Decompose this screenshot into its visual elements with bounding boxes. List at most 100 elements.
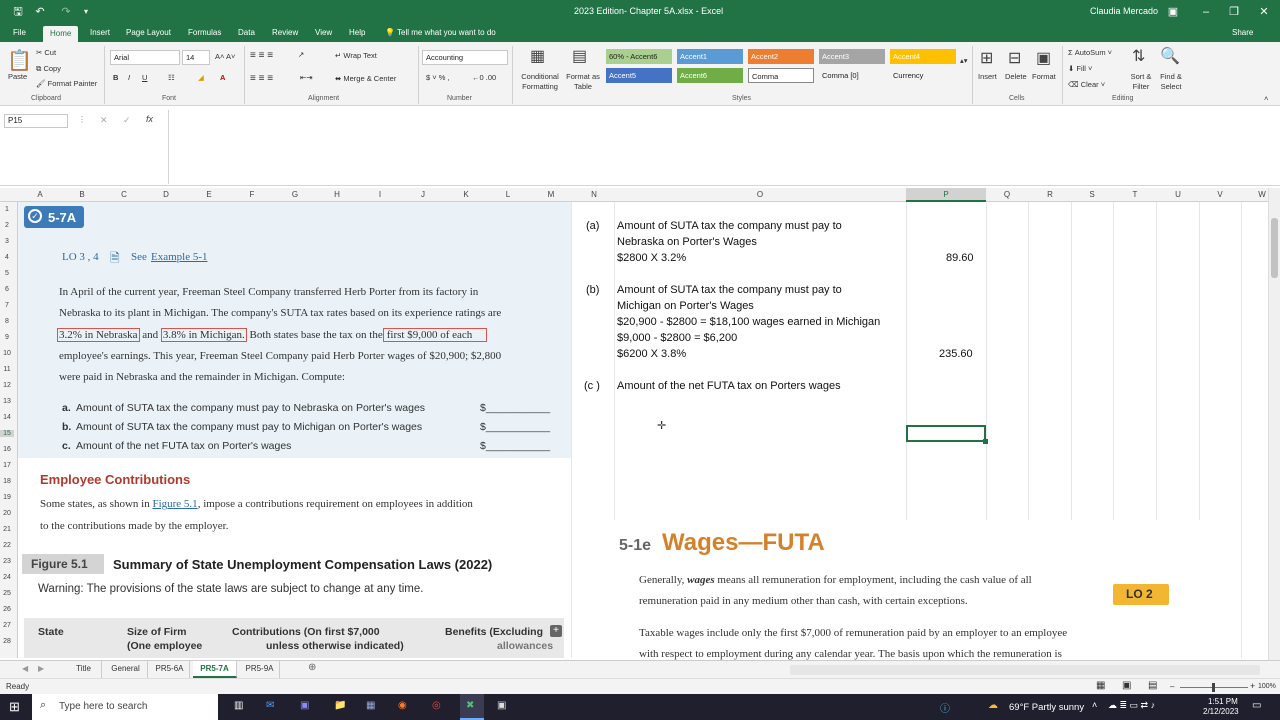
row-header-28[interactable]: 28 <box>0 638 14 645</box>
collapse-ribbon-icon[interactable]: ˄ <box>1264 94 1268 103</box>
sheet-tab-pr5-7a[interactable]: PR5-7A <box>193 661 237 678</box>
column-header-d[interactable]: D <box>158 190 174 199</box>
redo-icon[interactable]: ↷ <box>56 2 76 22</box>
vertical-scrollbar[interactable] <box>1268 188 1280 660</box>
column-header-p[interactable]: P <box>938 190 954 199</box>
styles-more-icon[interactable]: ▴▾ <box>960 56 968 65</box>
new-sheet-icon[interactable]: ⊕ <box>308 662 316 673</box>
weather-text[interactable]: 69°F Partly sunny <box>1009 702 1084 713</box>
row-header-13[interactable]: 13 <box>0 398 14 405</box>
column-header-b[interactable]: B <box>74 190 90 199</box>
tab-review[interactable]: Review <box>272 28 298 37</box>
teams-icon[interactable]: ▣ <box>300 700 309 711</box>
delete-cells-button[interactable]: Delete <box>1005 72 1027 81</box>
number-format-select[interactable]: Accounting <box>422 50 508 65</box>
row-header-8[interactable]: 8 <box>0 318 14 325</box>
column-header-o[interactable]: O <box>752 190 768 199</box>
sheet-tab-pr5-9a[interactable]: PR5-9A <box>240 661 280 678</box>
selected-cell-p15[interactable] <box>906 425 986 442</box>
ribbon-display-icon[interactable]: ▣ <box>1163 2 1183 22</box>
insert-cells-button[interactable]: Insert <box>978 72 997 81</box>
align-top-icon[interactable]: ≡ ≡ ≡ <box>250 50 273 61</box>
row-header-6[interactable]: 6 <box>0 286 14 293</box>
column-header-l[interactable]: L <box>500 190 516 199</box>
row-header-2[interactable]: 2 <box>0 222 14 229</box>
outlook-icon[interactable]: ✉ <box>266 700 274 711</box>
tray-chevron-icon[interactable]: ˄ <box>1092 700 1097 710</box>
answer-b-value[interactable]: 235.60 <box>939 348 973 360</box>
user-name[interactable]: Claudia Mercado <box>1090 6 1158 16</box>
row-header-3[interactable]: 3 <box>0 238 14 245</box>
format-cells-icon[interactable]: ▣ <box>1036 48 1051 68</box>
chrome-icon[interactable]: ◎ <box>432 700 441 711</box>
sheet-tab-general[interactable]: General <box>104 661 148 678</box>
answer-b-line-2[interactable]: Michigan on Porter's Wages <box>617 300 754 312</box>
answer-a-label[interactable]: (a) <box>586 220 599 232</box>
copy-button[interactable]: ⧉ Copy <box>36 64 61 74</box>
cell-style-comma-0-[interactable]: Comma [0] <box>819 68 885 83</box>
format-painter-button[interactable]: 🖌 Format Painter <box>36 79 97 88</box>
zoom-slider-thumb[interactable] <box>1212 683 1215 692</box>
column-header-q[interactable]: Q <box>999 190 1015 199</box>
row-header-25[interactable]: 25 <box>0 590 14 597</box>
zoom-level[interactable]: 100% <box>1258 683 1276 690</box>
column-header-a[interactable]: A <box>32 190 48 199</box>
format-as-table-button[interactable]: Format as Table <box>565 72 601 92</box>
next-sheet-icon[interactable]: ▶ <box>38 664 44 673</box>
orientation-icon[interactable]: ↗ <box>298 50 304 59</box>
sheet-tab-pr5-6a[interactable]: PR5-6A <box>150 661 190 678</box>
firefox-icon[interactable]: ◉ <box>398 700 407 711</box>
find-select-button[interactable]: Find & Select <box>1156 72 1186 92</box>
answer-b-line-3[interactable]: $20,900 - $2800 = $18,100 wages earned i… <box>617 316 880 328</box>
formula-options-icon[interactable]: ⋮ <box>78 115 86 124</box>
answer-a-value[interactable]: 89.60 <box>946 252 974 264</box>
cell-style-accent6[interactable]: Accent6 <box>677 68 743 83</box>
row-header-27[interactable]: 27 <box>0 622 14 629</box>
answer-b-line-5[interactable]: $6200 X 3.8% <box>617 348 686 360</box>
answer-c-label[interactable]: (c ) <box>584 380 600 392</box>
column-header-c[interactable]: C <box>116 190 132 199</box>
font-size-select[interactable]: 14 <box>182 50 210 65</box>
answer-b-line-1[interactable]: Amount of SUTA tax the company must pay … <box>617 284 842 296</box>
delete-cells-icon[interactable]: ⊟ <box>1008 48 1021 68</box>
column-header-u[interactable]: U <box>1170 190 1186 199</box>
sort-filter-button[interactable]: Sort & Filter <box>1126 72 1156 92</box>
row-header-14[interactable]: 14 <box>0 414 14 421</box>
insert-function-icon[interactable]: fx <box>146 114 153 124</box>
app-window-icon[interactable]: ▣ <box>497 700 506 711</box>
cell-style-currency[interactable]: Currency <box>890 68 956 83</box>
customize-qat-icon[interactable]: ▾ <box>76 2 96 22</box>
taskbar-search-box[interactable]: ⌕ Type here to search <box>32 694 218 720</box>
indent-icon[interactable]: ⇤⇥ <box>300 73 313 82</box>
column-header-s[interactable]: S <box>1084 190 1100 199</box>
row-header-1[interactable]: 1 <box>0 206 14 213</box>
zoom-in-icon[interactable]: + <box>1250 681 1255 691</box>
row-header-21[interactable]: 21 <box>0 526 14 533</box>
cell-style-accent2[interactable]: Accent2 <box>748 49 814 64</box>
answer-a-line-3[interactable]: $2800 X 3.2% <box>617 252 686 264</box>
tab-view[interactable]: View <box>315 28 332 37</box>
insert-cells-icon[interactable]: ⊞ <box>980 48 993 68</box>
row-header-22[interactable]: 22 <box>0 542 14 549</box>
notifications-icon[interactable]: ▭ <box>1252 700 1261 711</box>
underline-icon[interactable]: U <box>142 73 147 82</box>
conditional-formatting-icon[interactable]: ▦ <box>530 46 545 66</box>
fill-color-icon[interactable]: ◢ <box>198 73 204 82</box>
italic-icon[interactable]: I <box>128 73 130 82</box>
cell-style-60-accent6[interactable]: 60% - Accent6 <box>606 49 672 64</box>
row-header-9[interactable]: 9 <box>0 334 14 341</box>
tab-formulas[interactable]: Formulas <box>188 28 221 37</box>
horizontal-scrollbar[interactable] <box>790 665 1260 675</box>
clear-button[interactable]: ⌫ Clear ˅ <box>1068 80 1105 89</box>
align-left-icon[interactable]: ≡ ≡ ≡ <box>250 73 273 84</box>
column-header-e[interactable]: E <box>201 190 217 199</box>
answer-b-line-4[interactable]: $9,000 - $2800 = $6,200 <box>617 332 737 344</box>
name-box[interactable]: P15 <box>4 114 68 128</box>
cell-style-accent1[interactable]: Accent1 <box>677 49 743 64</box>
column-header-t[interactable]: T <box>1127 190 1143 199</box>
prev-sheet-icon[interactable]: ◀ <box>22 664 28 673</box>
autosum-button[interactable]: Σ AutoSum ˅ <box>1068 48 1112 57</box>
column-header-j[interactable]: J <box>415 190 431 199</box>
answer-c-line-1[interactable]: Amount of the net FUTA tax on Porters wa… <box>617 380 841 392</box>
tab-data[interactable]: Data <box>238 28 255 37</box>
